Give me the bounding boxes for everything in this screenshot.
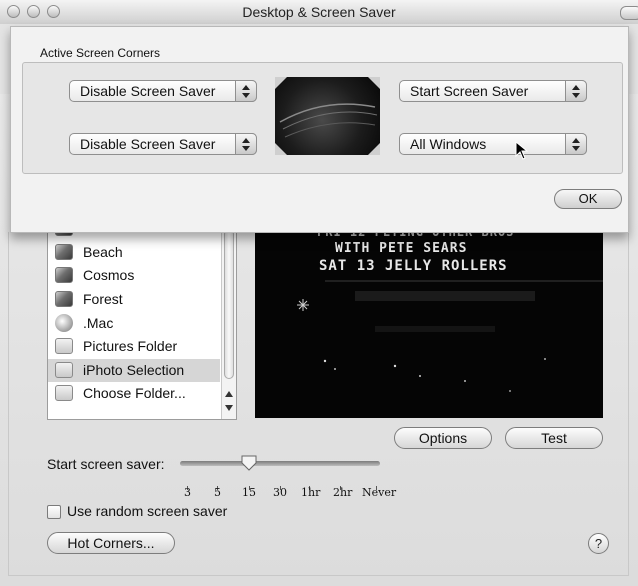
slider-tick-label: 5 xyxy=(214,486,221,499)
toolbar-toggle-icon[interactable] xyxy=(620,6,638,20)
screensaver-icon xyxy=(55,291,73,307)
screensaver-list-item-label: Beach xyxy=(83,243,123,260)
slider-tick-label: Never xyxy=(362,486,397,499)
screensaver-list-item-label: Pictures Folder xyxy=(83,338,178,355)
scrollbar-thumb[interactable] xyxy=(224,229,234,379)
random-screensaver-label: Use random screen saver xyxy=(67,503,228,519)
screensaver-icon xyxy=(55,267,73,284)
screensaver-preview: FRI 12 FLYING OTHER BROS WITH PETE SEARS… xyxy=(255,231,603,418)
help-button[interactable]: ? xyxy=(588,533,609,554)
top-right-corner-popup[interactable]: Start Screen Saver xyxy=(399,80,587,102)
screensaver-list-item-label: Choose Folder... xyxy=(83,385,186,402)
popup-arrows-icon[interactable] xyxy=(235,133,257,155)
screensaver-list-item[interactable]: iPhoto Selection xyxy=(48,358,220,382)
top-right-corner-value: Start Screen Saver xyxy=(410,83,529,99)
screensaver-list-item[interactable]: Cosmos xyxy=(48,264,220,287)
test-button[interactable]: Test xyxy=(505,427,603,449)
options-button[interactable]: Options xyxy=(394,427,492,449)
mouse-cursor-icon xyxy=(515,141,529,160)
preferences-window: Desktop & Screen Saver Computer NameFlur… xyxy=(0,0,638,586)
folder-icon xyxy=(55,361,73,378)
night-scene-icon xyxy=(297,280,603,392)
folder-icon xyxy=(55,338,73,355)
bottom-left-corner-popup[interactable]: Disable Screen Saver xyxy=(69,133,257,155)
start-screen-saver-slider[interactable] xyxy=(180,461,380,466)
random-screensaver-checkbox[interactable] xyxy=(47,505,61,519)
screensaver-list-item-label: Forest xyxy=(83,291,123,307)
pane-border xyxy=(628,232,629,575)
screensaver-list-item-label: iPhoto Selection xyxy=(83,361,185,378)
popup-arrows-icon[interactable] xyxy=(235,80,257,102)
slider-tick-label: 3 xyxy=(184,486,191,499)
start-screen-saver-label: Start screen saver: xyxy=(47,456,165,472)
screensaver-icon xyxy=(55,243,73,260)
screensaver-list-item[interactable]: Choose Folder... xyxy=(48,382,220,405)
dotmac-icon xyxy=(55,313,73,332)
bottom-left-corner-value: Disable Screen Saver xyxy=(80,136,216,152)
screensaver-list-item-label: Cosmos xyxy=(83,267,135,284)
screensaver-list-item[interactable]: Pictures Folder xyxy=(48,335,220,358)
pane-border xyxy=(8,575,629,576)
slider-tick-label: 15 xyxy=(242,486,256,499)
window-title: Desktop & Screen Saver xyxy=(242,4,396,20)
scroll-arrows-icon[interactable] xyxy=(224,389,234,413)
screensaver-list-item[interactable]: .Mac xyxy=(48,312,220,335)
slider-thumb-icon[interactable] xyxy=(241,455,257,471)
screensaver-list-item[interactable]: Beach xyxy=(48,241,220,264)
screensaver-list-item-label: .Mac xyxy=(83,314,114,331)
hot-corners-button[interactable]: Hot Corners... xyxy=(47,532,175,554)
bottom-right-corner-value: All Windows xyxy=(410,136,487,152)
top-left-corner-popup[interactable]: Disable Screen Saver xyxy=(69,80,257,102)
slider-tick-label: 30 xyxy=(273,486,287,499)
title-bar[interactable]: Desktop & Screen Saver xyxy=(0,0,638,25)
popup-arrows-icon[interactable] xyxy=(565,133,587,155)
ok-button[interactable]: OK xyxy=(554,189,622,209)
screen-corners-label: Active Screen Corners xyxy=(40,46,161,60)
screensaver-list-item[interactable]: Forest xyxy=(48,288,220,311)
slider-tick-label: 1hr xyxy=(301,486,321,499)
pane-border xyxy=(8,232,9,575)
popup-arrows-icon[interactable] xyxy=(565,80,587,102)
bottom-right-corner-popup[interactable]: All Windows xyxy=(399,133,587,155)
top-left-corner-value: Disable Screen Saver xyxy=(80,83,216,99)
corner-indicators-icon xyxy=(275,77,380,155)
folder-icon xyxy=(55,385,73,402)
slider-tick-label: 2hr xyxy=(333,486,353,499)
corners-preview xyxy=(275,77,380,155)
